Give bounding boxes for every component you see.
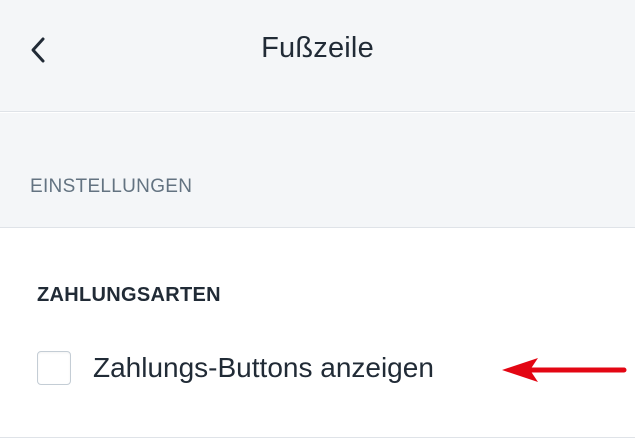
- checkbox-label: Zahlungs-Buttons anzeigen: [93, 352, 434, 383]
- bottom-divider: [0, 437, 635, 438]
- show-payment-buttons-checkbox-row[interactable]: Zahlungs-Buttons anzeigen: [37, 348, 434, 388]
- panel-header: Fußzeile: [0, 0, 635, 112]
- settings-content: ZAHLUNGSARTEN Zahlungs-Buttons anzeigen: [0, 229, 635, 437]
- payment-methods-heading: ZAHLUNGSARTEN: [37, 284, 221, 306]
- theme-editor-panel: Fußzeile EINSTELLUNGEN ZAHLUNGSARTEN Zah…: [0, 0, 635, 445]
- show-payment-buttons-checkbox[interactable]: [37, 351, 71, 385]
- page-title: Fußzeile: [261, 32, 374, 64]
- arrow-left-icon: [502, 358, 627, 382]
- settings-section-header: EINSTELLUNGEN: [0, 113, 635, 228]
- section-label: EINSTELLUNGEN: [30, 176, 193, 197]
